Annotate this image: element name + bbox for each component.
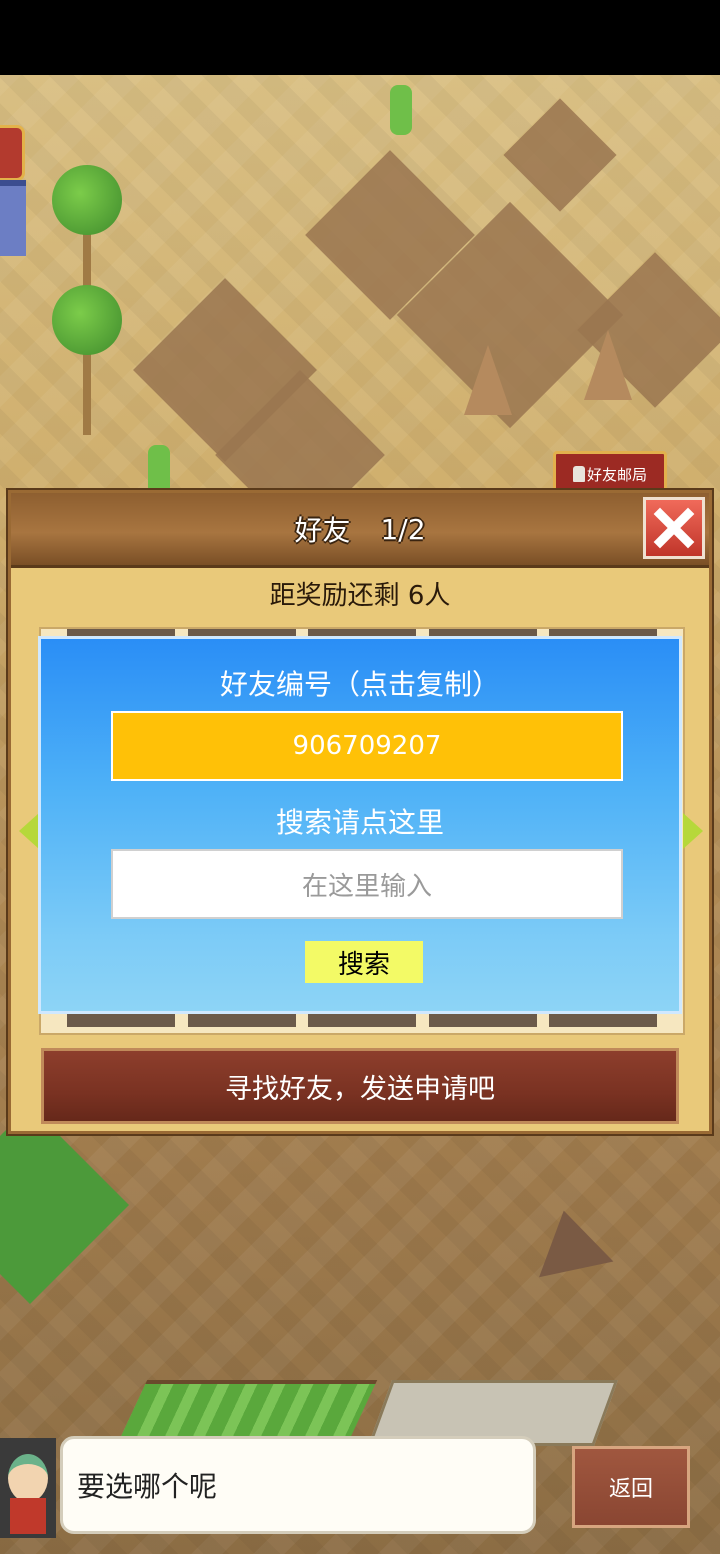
mailbox-icon [572, 466, 585, 482]
game-screen: 好友邮局 好友 1/2 距奖励还剩 6人 寻找好友，发送申请吧 好友编号（点击复… [0, 0, 720, 1554]
friend-slot[interactable] [308, 1013, 416, 1027]
search-button[interactable]: 搜索 [305, 941, 423, 983]
rock-spire [464, 345, 512, 415]
friend-slot[interactable] [187, 1013, 296, 1027]
palm-tree [52, 285, 122, 435]
panel-header: 好友 1/2 [11, 493, 709, 568]
close-button[interactable] [643, 497, 705, 559]
tent[interactable] [526, 1202, 614, 1278]
avatar-body [10, 1498, 46, 1534]
friend-slot-row [67, 1013, 657, 1027]
side-badge[interactable] [0, 125, 25, 181]
cactus [148, 445, 170, 495]
mail-sign-label: 好友邮局 [586, 465, 647, 484]
page-indicator: 1/2 [380, 512, 426, 546]
tree-crown [52, 285, 122, 355]
panel-title: 好友 [294, 514, 351, 547]
friend-slot[interactable] [549, 1013, 657, 1027]
cactus [390, 85, 412, 135]
tree-crown [52, 165, 122, 235]
avatar-head [8, 1454, 48, 1502]
status-bar [0, 0, 720, 75]
find-friends-button[interactable]: 寻找好友，发送申请吧 [41, 1048, 679, 1124]
grass-tile [0, 1106, 129, 1304]
search-label: 搜索请点这里 [275, 806, 444, 839]
friend-slot[interactable] [67, 1013, 175, 1027]
prev-page-arrow-icon[interactable] [19, 813, 39, 849]
friend-slot[interactable] [428, 1013, 537, 1027]
dirt-tile [503, 98, 617, 212]
friend-search-input[interactable]: 在这里输入 [111, 849, 623, 919]
speech-bubble: 要选哪个呢 [60, 1436, 536, 1534]
friend-id-dialog: 好友编号（点击复制） 906709207 搜索请点这里 在这里输入 搜索 [38, 636, 682, 1014]
house-building[interactable] [0, 180, 26, 256]
advisor-avatar [0, 1438, 56, 1538]
friend-id-copy-box[interactable]: 906709207 [111, 711, 623, 781]
friend-id-label: 好友编号（点击复制） [219, 668, 500, 701]
rock-spire [584, 330, 632, 400]
reward-remaining-text: 距奖励还剩 6人 [269, 581, 451, 611]
back-button[interactable]: 返回 [572, 1446, 690, 1528]
close-icon [653, 507, 695, 549]
next-page-arrow-icon[interactable] [683, 813, 703, 849]
